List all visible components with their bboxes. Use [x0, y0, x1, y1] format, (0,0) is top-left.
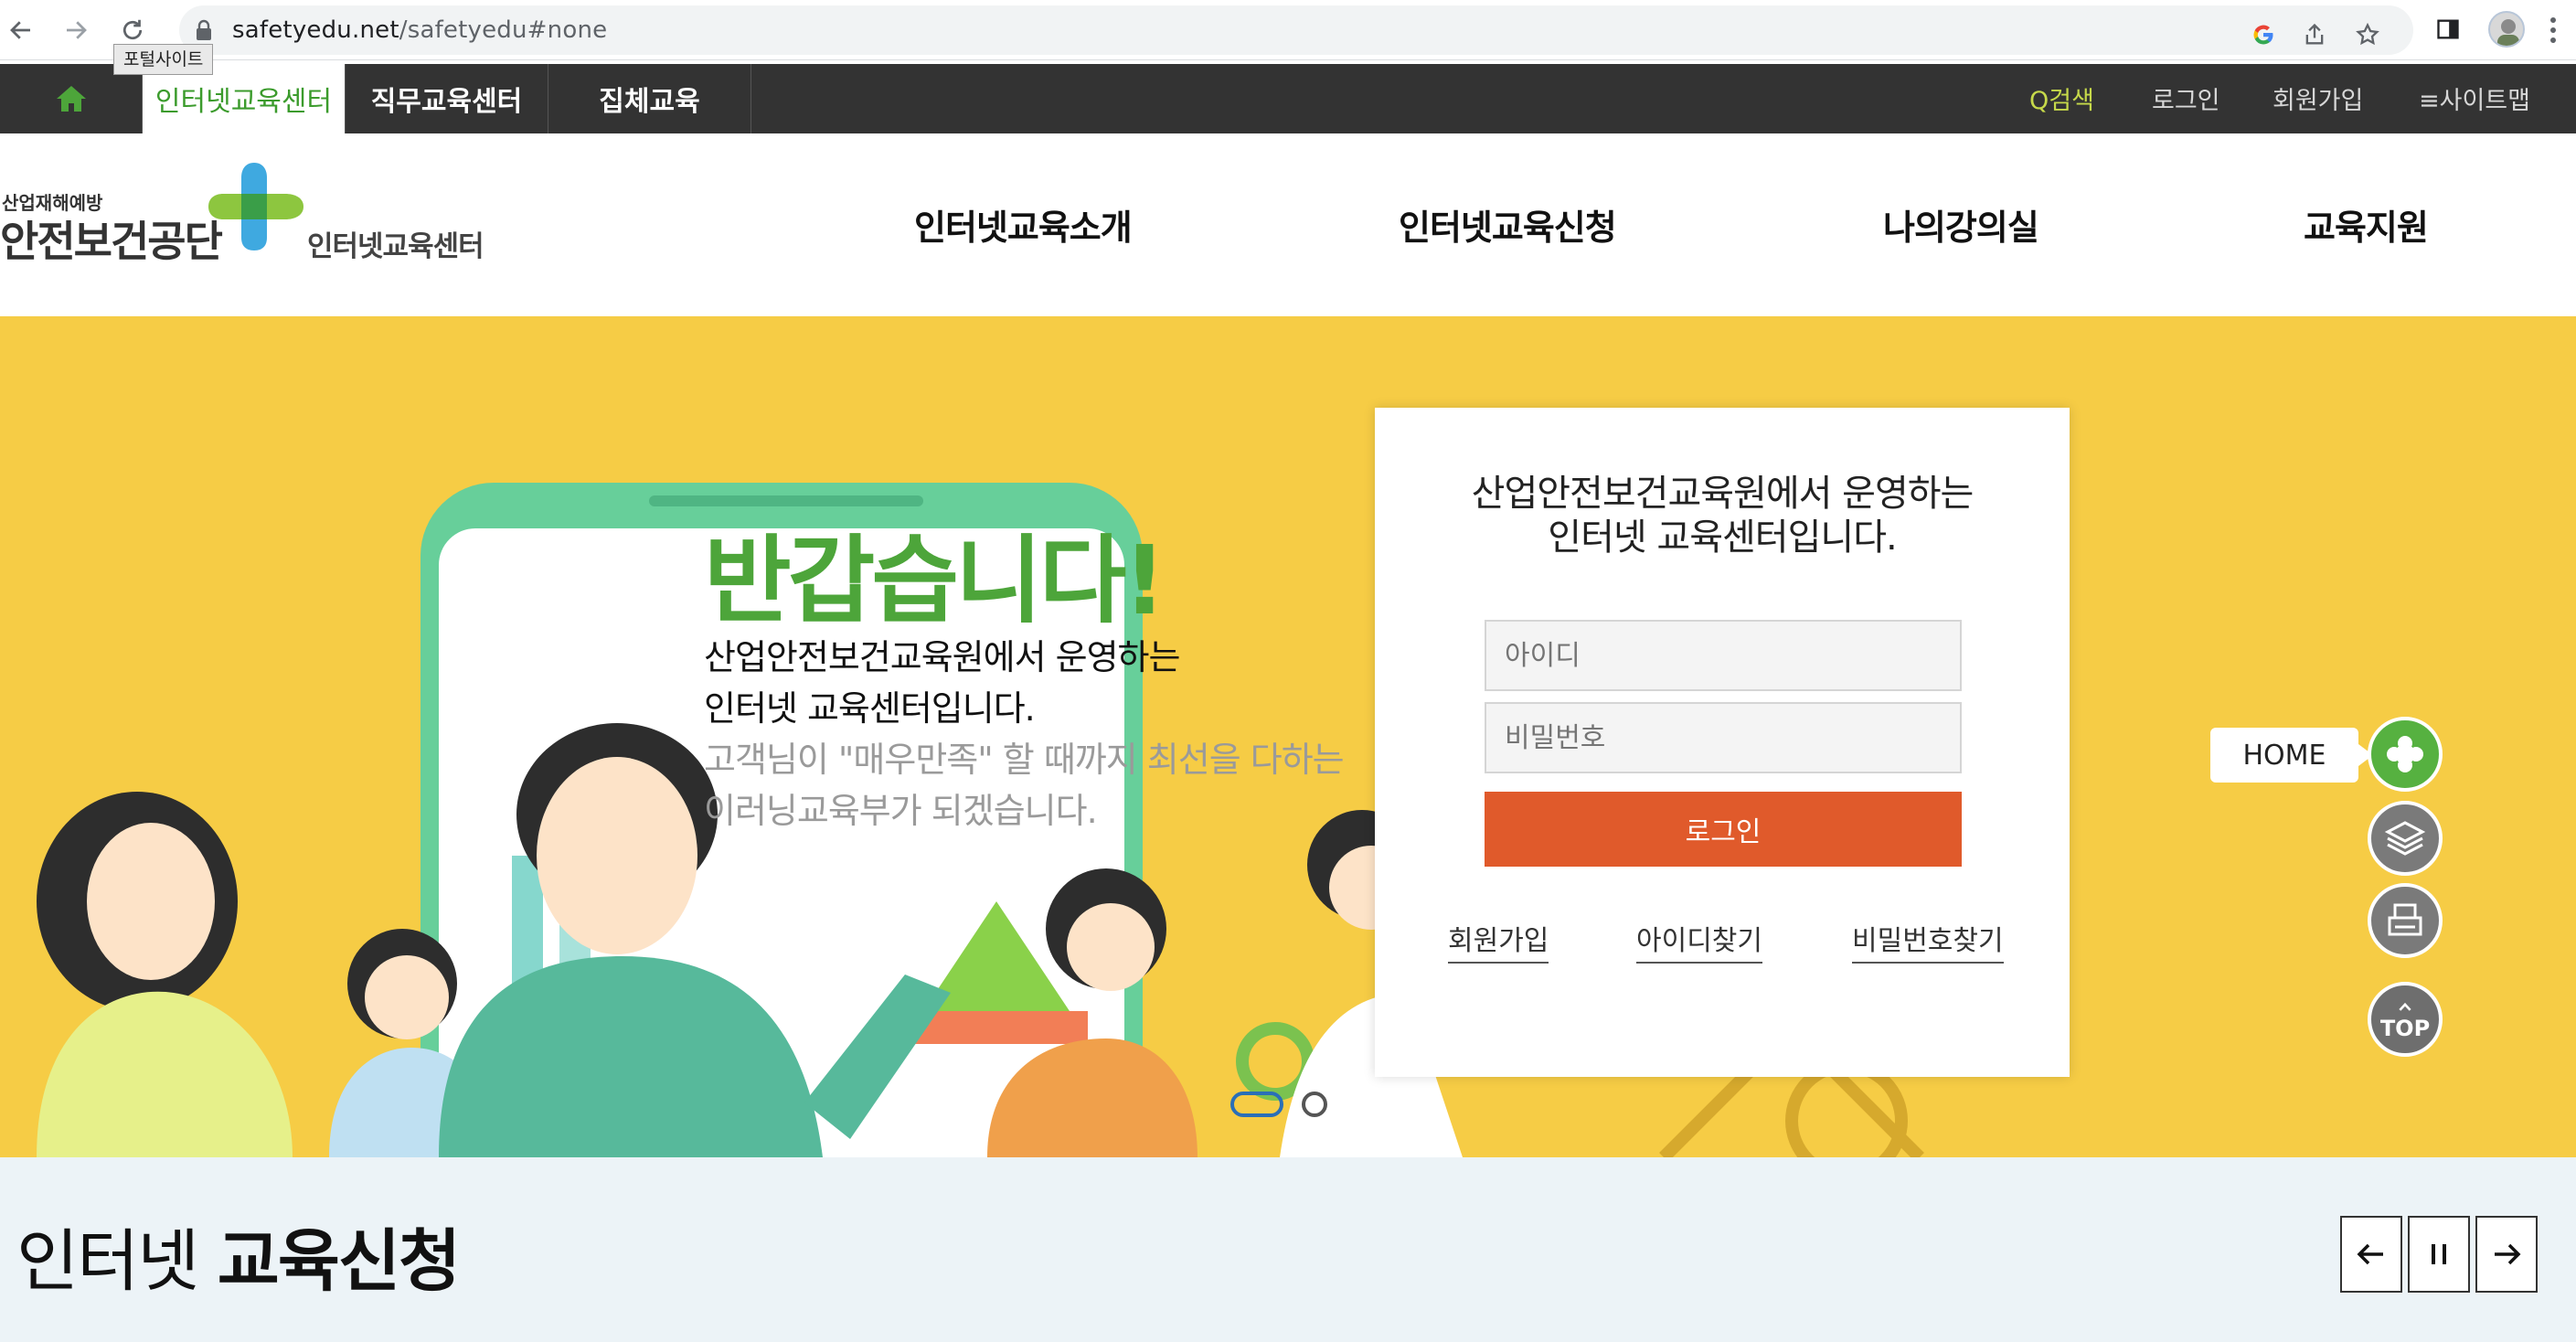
quick-home-button[interactable] — [2368, 717, 2443, 792]
signup-link-login-panel[interactable]: 회원가입 — [1448, 918, 1549, 964]
password-input[interactable] — [1485, 702, 1962, 773]
sitemap-link[interactable]: ≡사이트맵 — [2419, 80, 2530, 116]
quick-print-button[interactable] — [2368, 883, 2443, 958]
login-heading-line-2: 인터넷 교육센터입니다. — [1548, 517, 1897, 559]
find-id-link[interactable]: 아이디찾기 — [1636, 918, 1762, 964]
reload-button[interactable] — [115, 13, 150, 48]
reload-icon — [122, 19, 143, 40]
slide-dot-2[interactable] — [1302, 1092, 1327, 1117]
browser-toolbar: safetyedu.net/safetyedu#none — [0, 0, 2576, 60]
printer-icon — [2388, 903, 2422, 936]
bookmark-star-icon[interactable] — [2351, 18, 2384, 51]
back-arrow-icon — [10, 21, 30, 39]
portal-site-tooltip: 포털사이트 — [113, 44, 214, 75]
lock-icon — [197, 19, 211, 40]
layers-icon — [2384, 821, 2426, 856]
login-heading: 산업안전보건교육원에서 운영하는 인터넷 교육센터입니다. — [1375, 472, 2070, 559]
forward-button[interactable] — [59, 13, 93, 48]
home-icon — [56, 86, 86, 112]
section-title: 인터넷 교육신청 — [16, 1207, 461, 1305]
profile-picture-icon — [2497, 19, 2519, 46]
arrow-left-icon — [2357, 1243, 2383, 1265]
signup-link[interactable]: 회원가입 — [2273, 80, 2363, 116]
side-panel-icon[interactable] — [2432, 13, 2464, 46]
google-icon[interactable] — [2247, 18, 2280, 51]
hero-line-3: 고객님이 "매우만족" 할 때까지 최선을 다하는 — [704, 740, 1345, 780]
top-label: TOP — [2379, 1016, 2431, 1041]
login-link[interactable]: 로그인 — [2152, 80, 2220, 116]
top-navigation-bar: 인터넷교육센터 직무교육센터 집체교육 Q검색 로그인 회원가입 ≡사이트맵 — [0, 64, 2576, 133]
login-panel: 산업안전보건교육원에서 운영하는 인터넷 교육센터입니다. 로그인 회원가입 아… — [1375, 408, 2070, 1077]
url-text: safetyedu.net/safetyedu#none — [232, 16, 608, 44]
quick-home-label[interactable]: HOME — [2210, 728, 2373, 783]
tab-job-education[interactable]: 직무교육센터 — [346, 64, 548, 133]
clover-cross-icon — [2387, 736, 2423, 772]
search-link[interactable]: Q검색 — [2029, 80, 2094, 116]
share-icon[interactable] — [2298, 18, 2331, 51]
quick-layers-button[interactable] — [2368, 801, 2443, 876]
login-heading-line-1: 산업안전보건교육원에서 운영하는 — [1471, 473, 1975, 515]
menu-my-classroom[interactable]: 나의강의실 — [1883, 199, 2039, 250]
back-button[interactable] — [4, 13, 38, 48]
address-bar[interactable]: safetyedu.net/safetyedu#none — [179, 5, 2413, 55]
profile-avatar[interactable] — [2488, 11, 2525, 48]
menu-internet-apply[interactable]: 인터넷교육신청 — [1399, 199, 1617, 250]
find-password-link[interactable]: 비밀번호찾기 — [1852, 918, 2004, 964]
forward-arrow-icon — [67, 21, 87, 39]
carousel-prev-button[interactable] — [2340, 1216, 2402, 1293]
login-submit-button[interactable]: 로그인 — [1485, 792, 1962, 867]
logo-agency-name[interactable]: 안전보건공단 — [0, 208, 223, 269]
carousel-pause-button[interactable] — [2408, 1216, 2470, 1293]
logo-subtitle: 인터넷교육센터 — [307, 230, 484, 263]
agency-cross-logo-icon[interactable] — [207, 161, 305, 252]
arrow-right-icon — [2495, 1243, 2521, 1265]
carousel-next-button[interactable] — [2475, 1216, 2538, 1293]
menu-kebab-icon[interactable] — [2543, 13, 2563, 48]
section-title-light: 인터넷 — [16, 1222, 218, 1301]
menu-education-support[interactable]: 교육지원 — [2304, 199, 2429, 250]
user-id-input[interactable] — [1485, 620, 1962, 691]
scroll-top-button[interactable]: TOP — [2368, 982, 2443, 1057]
hero-greeting-title: 반갑습니다! — [704, 525, 1166, 636]
tab-group-education[interactable]: 집체교육 — [548, 64, 751, 133]
chevron-up-icon — [2399, 1002, 2411, 1011]
menu-internet-intro[interactable]: 인터넷교육소개 — [914, 199, 1133, 250]
slide-dot-1-active[interactable] — [1230, 1092, 1283, 1117]
hero-banner: 반갑습니다! 산업안전보건교육원에서 운영하는 인터넷 교육센터입니다. 고객님… — [0, 316, 2576, 1157]
pause-icon — [2432, 1244, 2446, 1264]
section-title-bold: 교육신청 — [217, 1222, 461, 1301]
hero-line-4: 이러닝교육부가 되겠습니다. — [704, 791, 1098, 831]
hero-line-1: 산업안전보건교육원에서 운영하는 — [704, 637, 1180, 677]
hero-line-2: 인터넷 교육센터입니다. — [704, 688, 1036, 729]
